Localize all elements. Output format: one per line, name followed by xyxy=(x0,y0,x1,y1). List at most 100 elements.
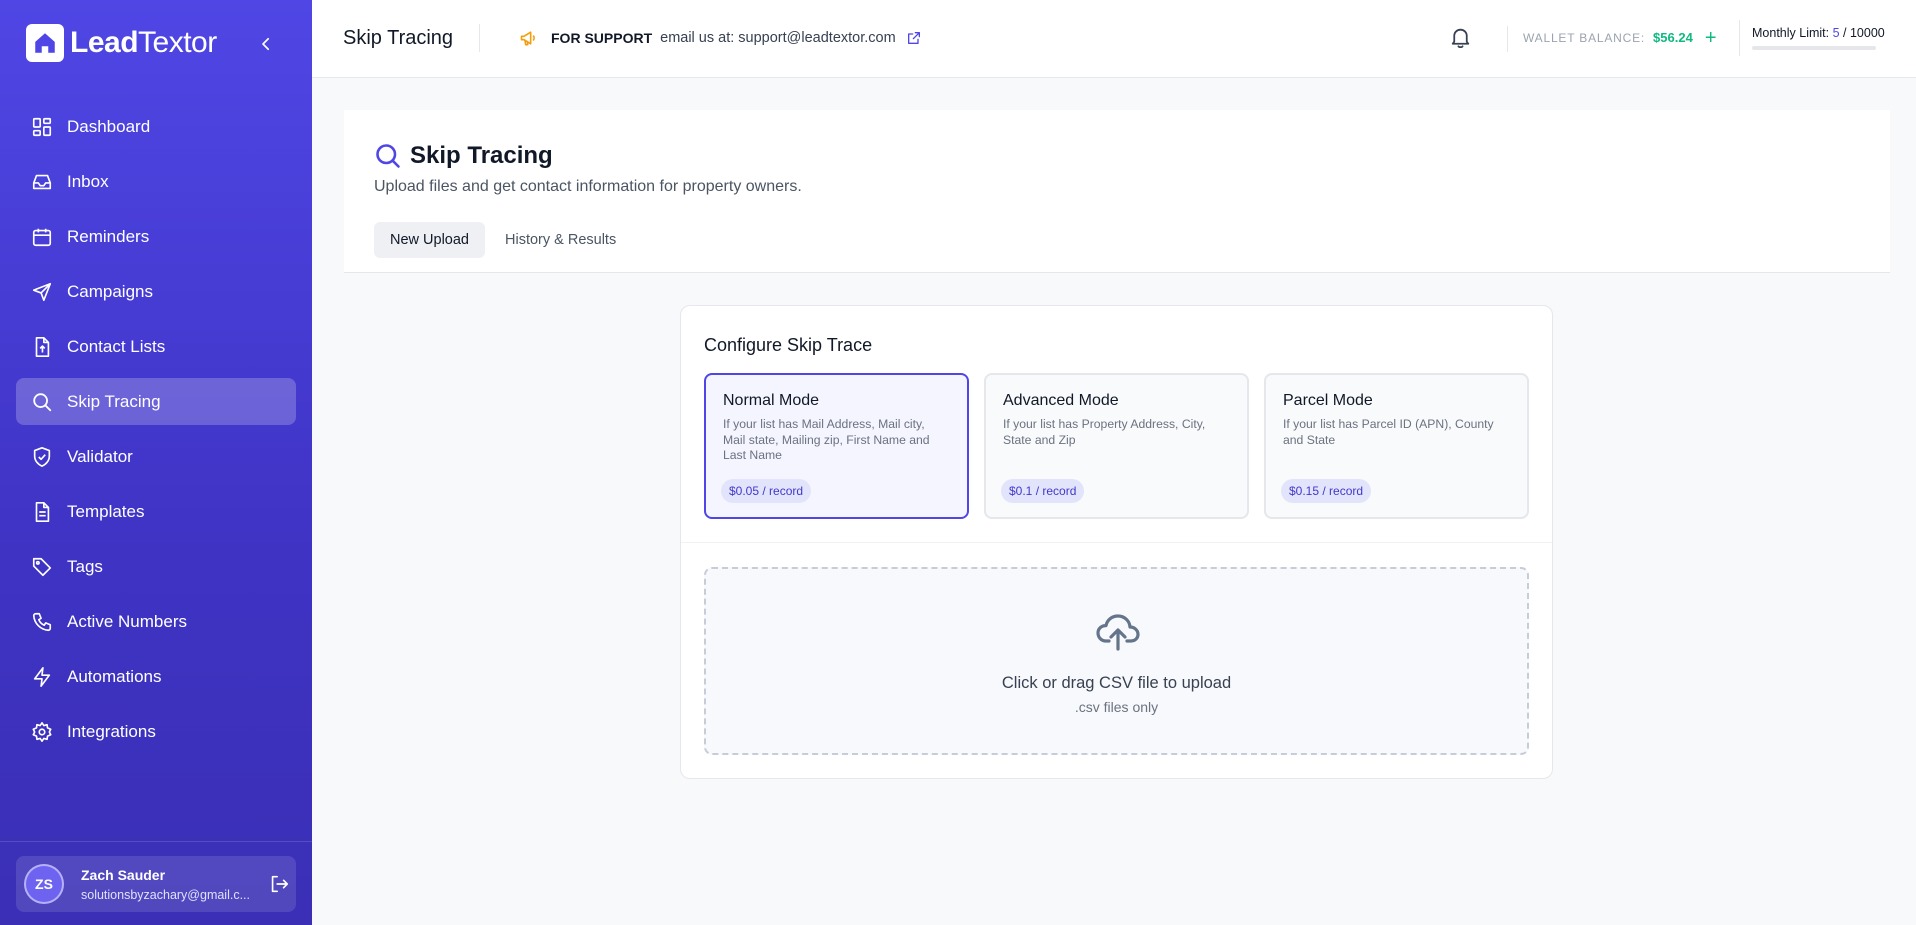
sidebar-item-label: Skip Tracing xyxy=(67,391,161,411)
page-title-text: Skip Tracing xyxy=(410,142,553,169)
logout-button[interactable] xyxy=(265,870,293,898)
mode-name: Parcel Mode xyxy=(1283,392,1373,409)
configure-skip-trace-card: Configure Skip Trace Normal Mode If your… xyxy=(680,305,1553,779)
cloud-upload-icon xyxy=(1094,609,1142,653)
collapse-sidebar-button[interactable] xyxy=(254,32,278,56)
inbox-icon xyxy=(30,170,54,194)
sidebar-footer: ZS Zach Sauder solutionsbyzachary@gmail.… xyxy=(0,841,312,925)
tag-icon xyxy=(30,555,54,579)
limit-used: 5 xyxy=(1832,26,1840,40)
sidebar-item-contact-lists[interactable]: Contact Lists xyxy=(16,323,296,370)
gear-icon xyxy=(30,720,54,744)
sidebar-item-tags[interactable]: Tags xyxy=(16,543,296,590)
avatar: ZS xyxy=(24,864,64,904)
sidebar-item-dashboard[interactable]: Dashboard xyxy=(16,103,296,150)
top-header: Skip Tracing FOR SUPPORT email us at: su… xyxy=(312,0,1916,78)
sidebar-item-label: Reminders xyxy=(67,226,150,246)
sidebar-item-integrations[interactable]: Integrations xyxy=(16,708,296,755)
mode-description: If your list has Property Address, City,… xyxy=(1003,417,1206,447)
mode-description: If your list has Mail Address, Mail city… xyxy=(723,417,930,462)
lightning-icon xyxy=(30,665,54,689)
mode-options: Normal Mode If your list has Mail Addres… xyxy=(704,373,1529,519)
file-upload-icon xyxy=(30,335,54,359)
external-link-icon[interactable] xyxy=(906,30,922,46)
sidebar-item-label: Templates xyxy=(67,501,145,521)
sidebar-item-label: Dashboard xyxy=(67,116,151,136)
divider xyxy=(1739,20,1740,56)
csv-upload-dropzone[interactable]: Click or drag CSV file to upload .csv fi… xyxy=(704,567,1529,755)
limit-progress-bar xyxy=(1752,46,1876,50)
price-badge: $0.15 / record xyxy=(1281,479,1372,503)
search-icon xyxy=(30,390,54,414)
user-name: Zach Sauder xyxy=(81,866,166,883)
sidebar-item-label: Automations xyxy=(67,666,162,686)
calendar-icon xyxy=(30,225,54,249)
tab-new-upload[interactable]: New Upload xyxy=(374,222,485,258)
sidebar-item-skip-tracing[interactable]: Skip Tracing xyxy=(16,378,296,425)
divider xyxy=(681,542,1552,543)
wallet-label: WALLET BALANCE: xyxy=(1523,30,1646,45)
bell-icon xyxy=(1451,28,1470,49)
price-badge: $0.05 / record xyxy=(721,479,812,503)
sidebar-item-validator[interactable]: Validator xyxy=(16,433,296,480)
sidebar-item-automations[interactable]: Automations xyxy=(16,653,296,700)
wallet-balance: WALLET BALANCE: $56.24 + xyxy=(1523,28,1717,48)
limit-label: Monthly Limit: xyxy=(1752,26,1830,40)
sidebar-item-label: Validator xyxy=(67,446,133,466)
support-email[interactable]: email us at: support@leadtextor.com xyxy=(660,30,896,46)
sidebar-item-reminders[interactable]: Reminders xyxy=(16,213,296,260)
dashboard-icon xyxy=(30,115,54,139)
support-label: FOR SUPPORT xyxy=(551,30,653,46)
megaphone-icon xyxy=(519,28,539,48)
page-header-card: Skip Tracing Upload files and get contac… xyxy=(344,110,1890,273)
mode-description: If your list has Parcel ID (APN), County… xyxy=(1283,417,1494,447)
add-funds-button[interactable]: + xyxy=(1705,28,1717,48)
sidebar-item-inbox[interactable]: Inbox xyxy=(16,158,296,205)
sidebar-item-label: Tags xyxy=(67,556,103,576)
shield-check-icon xyxy=(30,445,54,469)
sidebar-item-templates[interactable]: Templates xyxy=(16,488,296,535)
send-icon xyxy=(30,280,54,304)
limit-separator: / xyxy=(1839,26,1850,40)
header-title: Skip Tracing xyxy=(343,27,454,49)
upload-subtitle: .csv files only xyxy=(1074,699,1159,715)
search-icon xyxy=(374,142,402,170)
logo[interactable]: LeadTextor xyxy=(26,24,217,62)
mode-name: Normal Mode xyxy=(723,392,820,409)
mode-name: Advanced Mode xyxy=(1003,392,1119,409)
support-info: FOR SUPPORT email us at: support@leadtex… xyxy=(519,28,922,48)
user-info: Zach Sauder solutionsbyzachary@gmail.c..… xyxy=(81,867,261,902)
logo-icon xyxy=(26,24,64,62)
page-subtitle: Upload files and get contact information… xyxy=(374,178,802,195)
mode-card-parcel[interactable]: Parcel Mode If your list has Parcel ID (… xyxy=(1264,373,1529,519)
upload-title: Click or drag CSV file to upload xyxy=(1001,674,1232,692)
user-email: solutionsbyzachary@gmail.c... xyxy=(81,887,251,902)
page-title: Skip Tracing xyxy=(374,142,553,170)
document-icon xyxy=(30,500,54,524)
sidebar-nav: Dashboard Inbox Reminders Campaigns Cont… xyxy=(16,103,296,763)
tab-history-results[interactable]: History & Results xyxy=(489,222,632,258)
mode-card-normal[interactable]: Normal Mode If your list has Mail Addres… xyxy=(704,373,969,519)
sidebar: LeadTextor Dashboard Inbox Reminders Cam… xyxy=(0,0,312,925)
sidebar-item-label: Campaigns xyxy=(67,281,153,301)
price-badge: $0.1 / record xyxy=(1001,479,1085,503)
divider xyxy=(479,24,480,52)
sidebar-item-label: Integrations xyxy=(67,721,156,741)
user-card[interactable]: ZS Zach Sauder solutionsbyzachary@gmail.… xyxy=(16,856,296,912)
sidebar-item-label: Active Numbers xyxy=(67,611,187,631)
tabs: New Upload History & Results xyxy=(374,222,632,258)
sidebar-item-label: Inbox xyxy=(67,171,109,191)
chevron-left-icon xyxy=(262,37,270,51)
logout-icon xyxy=(271,875,289,893)
sidebar-item-label: Contact Lists xyxy=(67,336,166,356)
logo-text: LeadTextor xyxy=(70,26,217,59)
config-title: Configure Skip Trace xyxy=(704,335,873,355)
notifications-button[interactable] xyxy=(1448,25,1473,50)
mode-card-advanced[interactable]: Advanced Mode If your list has Property … xyxy=(984,373,1249,519)
sidebar-item-campaigns[interactable]: Campaigns xyxy=(16,268,296,315)
divider xyxy=(1507,26,1508,52)
wallet-amount: $56.24 xyxy=(1653,30,1693,45)
sidebar-item-active-numbers[interactable]: Active Numbers xyxy=(16,598,296,645)
phone-icon xyxy=(30,610,54,634)
monthly-limit: Monthly Limit: 5 / 10000 xyxy=(1752,26,1885,40)
